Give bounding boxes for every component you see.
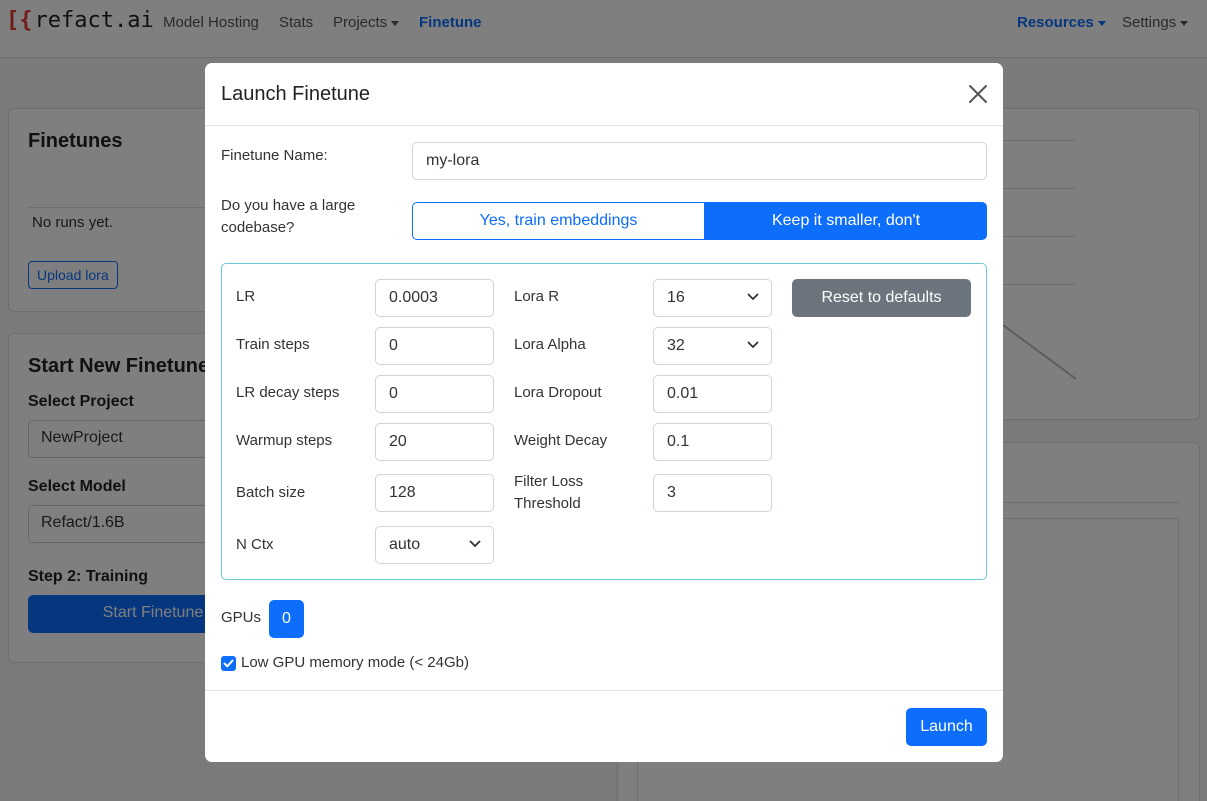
lora-r-select[interactable]: 16: [653, 279, 772, 317]
param-label-batch-size: Batch size: [236, 484, 306, 501]
low-gpu-memory-checkbox[interactable]: [221, 656, 236, 671]
param-label-n-ctx: N Ctx: [236, 536, 274, 553]
reset-defaults-button[interactable]: Reset to defaults: [792, 279, 971, 317]
n-ctx-value: auto: [389, 536, 421, 553]
modal-title: Launch Finetune: [221, 83, 371, 105]
train-embeddings-yes-button[interactable]: Yes, train embeddings: [412, 202, 705, 240]
lr-decay-steps-input[interactable]: 0: [375, 375, 494, 413]
gpus-label: GPUs: [221, 609, 262, 626]
lora-alpha-value: 32: [667, 337, 685, 354]
chevron-down-icon: [747, 341, 759, 349]
lora-dropout-input[interactable]: 0.01: [653, 375, 772, 413]
finetune-name-input[interactable]: my-lora: [412, 142, 987, 180]
chevron-down-icon: [469, 540, 481, 548]
lr-input[interactable]: 0.0003: [375, 279, 494, 317]
param-label-warmup-steps: Warmup steps: [236, 432, 333, 449]
modal-footer-divider: [205, 690, 1003, 691]
launch-button[interactable]: Launch: [906, 708, 987, 746]
param-label-filter-loss-threshold: Filter Loss Threshold: [514, 473, 584, 512]
param-label-lora-alpha: Lora Alpha: [514, 336, 586, 353]
batch-size-input[interactable]: 128: [375, 474, 494, 512]
train-steps-input[interactable]: 0: [375, 327, 494, 365]
modal-header-divider: [205, 125, 1003, 126]
param-label-lr-decay-steps: LR decay steps: [236, 384, 340, 401]
launch-finetune-modal: Launch Finetune Finetune Name: my-lora D…: [205, 63, 1003, 762]
codebase-question-label: Do you have a large codebase?: [221, 197, 356, 236]
lora-alpha-select[interactable]: 32: [653, 327, 772, 365]
filter-loss-threshold-input[interactable]: 3: [653, 474, 772, 512]
embeddings-toggle-group: Yes, train embeddings Keep it smaller, d…: [412, 202, 987, 240]
checkmark-icon: [223, 659, 234, 668]
gpu-0-button[interactable]: 0: [269, 600, 304, 638]
weight-decay-input[interactable]: 0.1: [653, 423, 772, 461]
n-ctx-select[interactable]: auto: [375, 526, 494, 564]
param-label-weight-decay: Weight Decay: [514, 432, 608, 449]
warmup-steps-input[interactable]: 20: [375, 423, 494, 461]
finetune-name-label: Finetune Name:: [221, 147, 328, 164]
chevron-down-icon: [747, 293, 759, 301]
lora-r-value: 16: [667, 289, 685, 306]
param-label-lr: LR: [236, 288, 256, 305]
param-label-lora-r: Lora R: [514, 288, 560, 305]
low-gpu-memory-label: Low GPU memory mode (< 24Gb): [241, 654, 469, 671]
train-embeddings-no-button[interactable]: Keep it smaller, don't: [705, 202, 987, 240]
param-label-train-steps: Train steps: [236, 336, 310, 353]
param-label-lora-dropout: Lora Dropout: [514, 384, 602, 401]
close-icon[interactable]: [967, 83, 989, 105]
